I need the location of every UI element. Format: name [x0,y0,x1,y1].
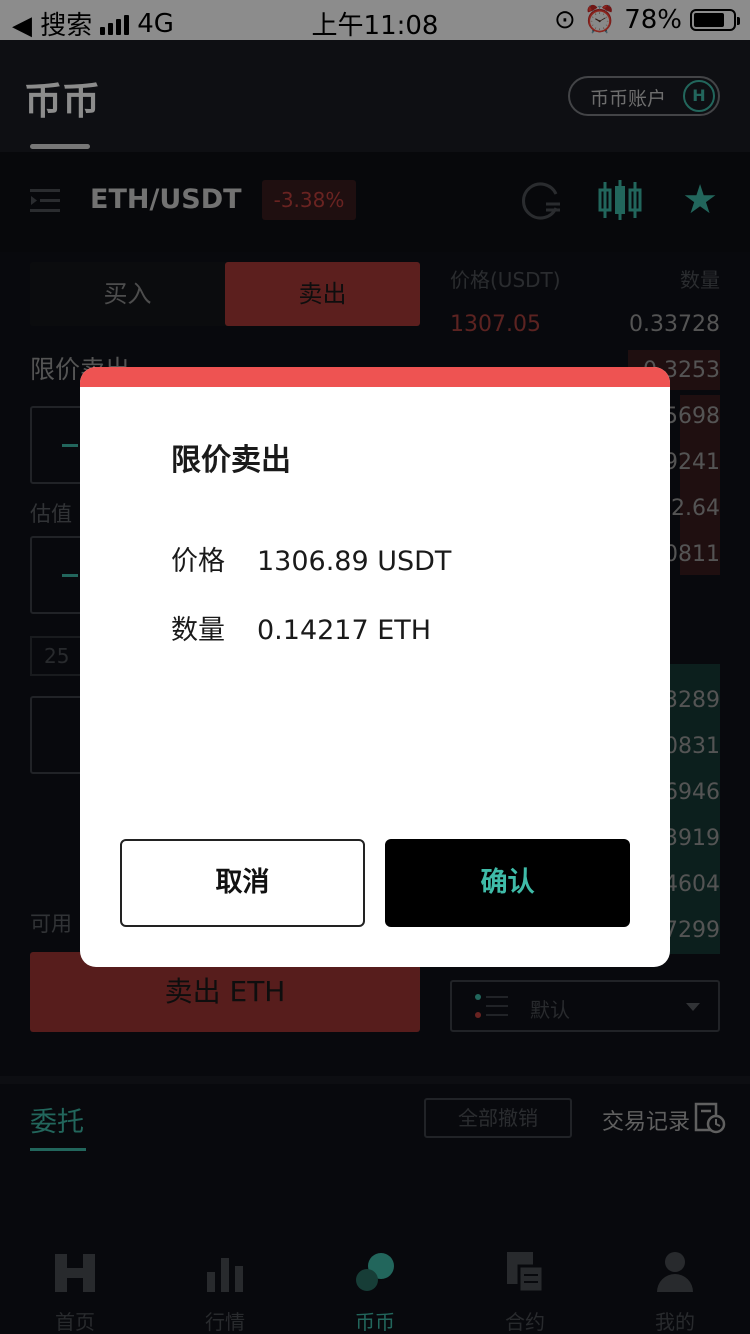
confirm-button[interactable]: 确认 [385,839,630,927]
quantity-row: 数量 0.14217 ETH [171,608,431,647]
price-row: 价格 1306.89 USDT [171,539,451,578]
confirm-order-dialog: 限价卖出 价格 1306.89 USDT 数量 0.14217 ETH 取消 确认 [80,367,670,967]
dialog-accent-bar [80,367,670,387]
price-value: 1306.89 USDT [257,546,452,577]
dialog-title: 限价卖出 [171,443,291,478]
quantity-value: 0.14217 ETH [257,615,432,646]
cancel-button[interactable]: 取消 [120,839,365,927]
price-label: 价格 [171,546,225,577]
quantity-label: 数量 [171,615,225,646]
